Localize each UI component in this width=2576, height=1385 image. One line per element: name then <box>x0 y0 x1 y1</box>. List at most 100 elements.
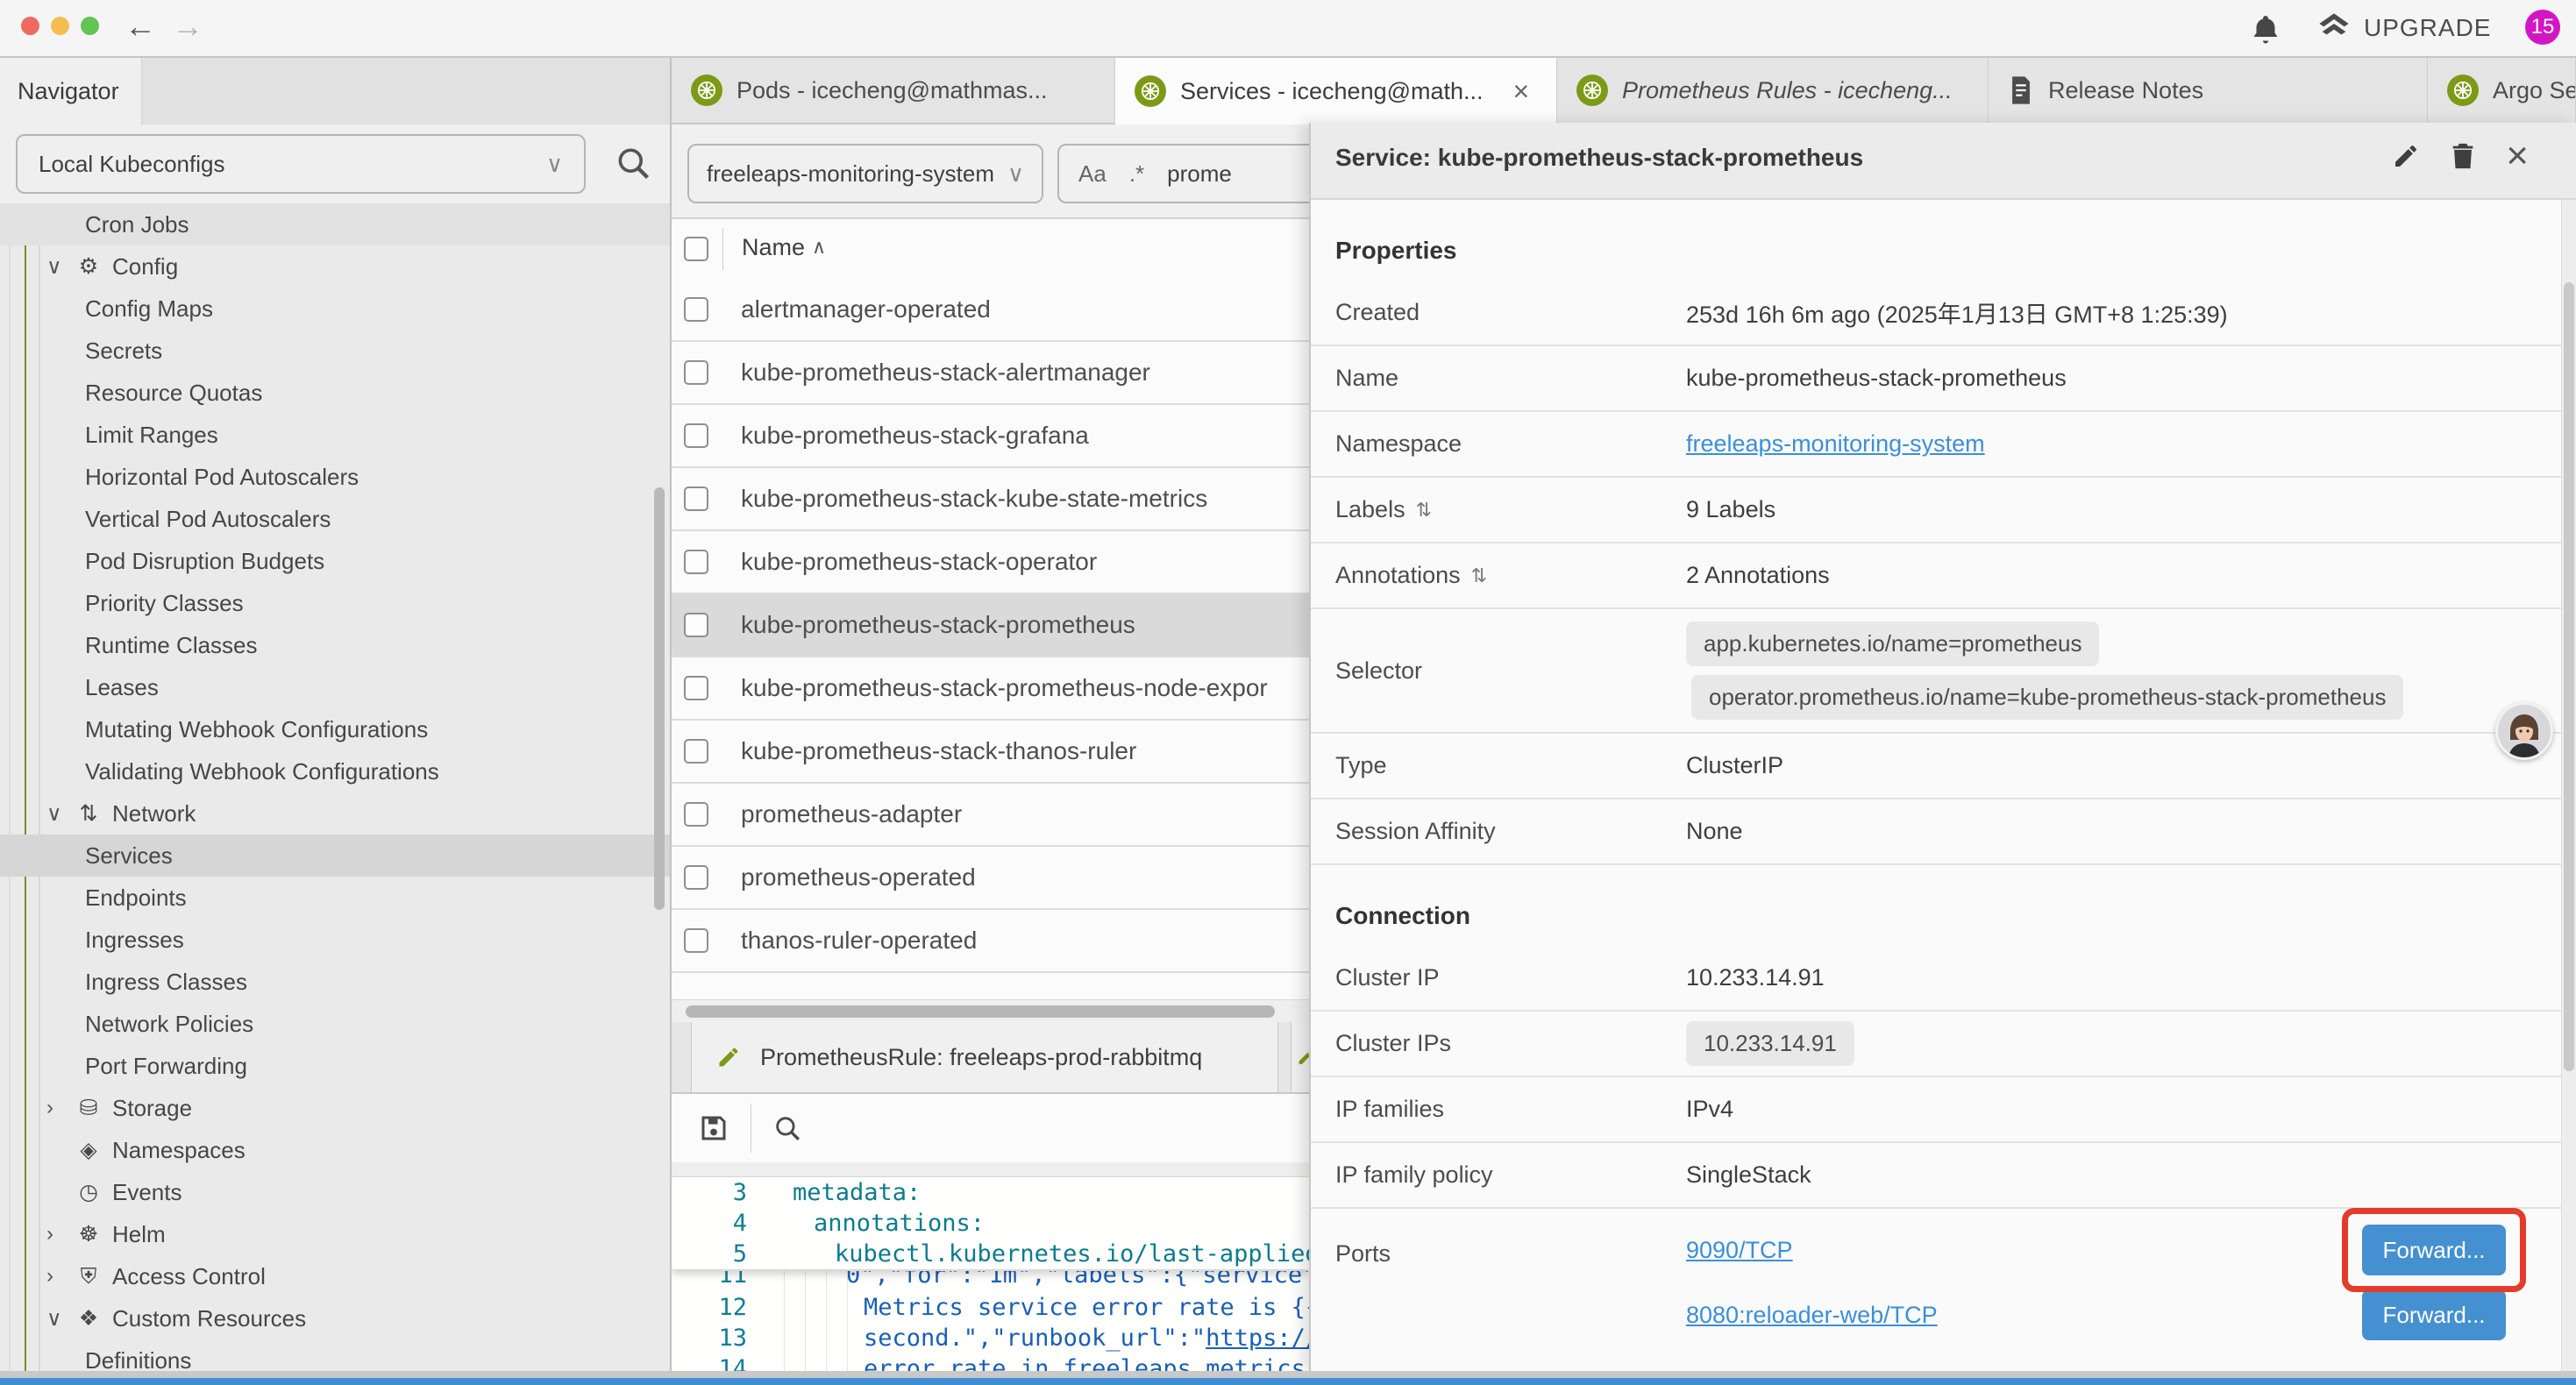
sidebar-search-icon[interactable] <box>614 144 652 182</box>
app-tab[interactable]: Pods - icecheng@mathmas... <box>672 58 1115 123</box>
detail-scrollbar-thumb[interactable] <box>2564 282 2574 1071</box>
namespace-select[interactable]: freeleaps-monitoring-system ∨ <box>687 144 1043 203</box>
table-horizontal-scrollbar[interactable] <box>672 999 1309 1023</box>
forward-button[interactable]: Forward... <box>2362 1289 2506 1340</box>
match-case-toggle[interactable]: Aa <box>1078 160 1107 188</box>
port-link[interactable]: 8080:reloader-web/TCP <box>1686 1302 1938 1329</box>
editor-search-icon[interactable] <box>772 1113 802 1143</box>
sidebar-item[interactable]: › ⛨ Access Control <box>0 1255 670 1297</box>
sidebar-item[interactable]: Pod Disruption Budgets <box>0 540 670 582</box>
sidebar-item[interactable]: Port Forwarding <box>0 1045 670 1087</box>
tree-chevron-icon[interactable]: › <box>46 1096 69 1120</box>
table-row[interactable]: prometheus-operated <box>672 847 1309 910</box>
tab-close-icon[interactable]: × <box>1513 75 1530 108</box>
app-tab[interactable]: Services - icecheng@math... × <box>1115 58 1557 124</box>
window-minimize-button[interactable] <box>51 17 69 35</box>
sidebar-item[interactable]: › ⛁ Storage <box>0 1087 670 1129</box>
sidebar-item[interactable]: Priority Classes <box>0 582 670 624</box>
editor-tab[interactable]: PrometheusRule: freeleaps-prod-rabbitmq <box>691 1022 1278 1092</box>
tree-chevron-icon[interactable]: › <box>46 1222 69 1246</box>
forward-button-nav[interactable]: → <box>172 7 203 46</box>
table-row[interactable]: prometheus-adapter <box>672 784 1309 847</box>
notification-count-badge[interactable]: 15 <box>2525 10 2560 45</box>
row-checkbox[interactable] <box>684 613 708 637</box>
user-avatar[interactable] <box>2495 702 2553 760</box>
save-icon[interactable] <box>698 1112 729 1144</box>
row-checkbox[interactable] <box>684 928 708 953</box>
table-row[interactable]: kube-prometheus-stack-thanos-ruler <box>672 721 1309 784</box>
sidebar-item[interactable]: Horizontal Pod Autoscalers <box>0 456 670 498</box>
sidebar-item[interactable]: ∨ ⚙ Config <box>0 245 670 288</box>
table-row[interactable]: kube-prometheus-stack-prometheus <box>672 594 1309 657</box>
select-all-checkbox[interactable] <box>684 237 708 261</box>
edit-pencil-icon[interactable] <box>2392 142 2420 170</box>
tab-navigator[interactable]: Navigator <box>0 58 142 124</box>
table-row[interactable]: thanos-ruler-operated <box>672 910 1309 973</box>
sidebar-item[interactable]: Endpoints <box>0 877 670 919</box>
code-link[interactable]: https://net <box>1206 1325 1309 1352</box>
sidebar-item[interactable]: Validating Webhook Configurations <box>0 750 670 792</box>
tree-chevron-icon[interactable]: ∨ <box>46 254 69 280</box>
notifications-bell-icon[interactable] <box>2250 12 2281 46</box>
tree-chevron-icon[interactable]: › <box>46 1264 69 1289</box>
sidebar-item[interactable]: Ingress Classes <box>0 961 670 1003</box>
row-checkbox[interactable] <box>684 360 708 385</box>
window-close-button[interactable] <box>21 17 39 35</box>
window-maximize-button[interactable] <box>81 17 99 35</box>
sort-toggle-icon[interactable]: ⇅ <box>1471 565 1487 587</box>
detail-scrollbar-track[interactable] <box>2561 200 2576 1371</box>
table-row[interactable]: kube-prometheus-stack-operator <box>672 531 1309 594</box>
sidebar-item[interactable]: Limit Ranges <box>0 414 670 456</box>
sidebar-item[interactable]: ◷ Events <box>0 1171 670 1213</box>
app-tab[interactable]: Prometheus Rules - icecheng... <box>1557 58 1989 123</box>
row-checkbox[interactable] <box>684 802 708 827</box>
sidebar-item[interactable]: ∨ ❖ Custom Resources <box>0 1297 670 1339</box>
yaml-editor[interactable]: 11 0","for":"1m","labels":{"service":" 1… <box>672 1177 1309 1385</box>
port-link[interactable]: 9090/TCP <box>1686 1237 1793 1264</box>
sidebar-item[interactable]: Network Policies <box>0 1003 670 1045</box>
table-row[interactable]: kube-prometheus-stack-prometheus-node-ex… <box>672 657 1309 721</box>
sidebar-item[interactable]: Leases <box>0 666 670 708</box>
sidebar-item[interactable]: Config Maps <box>0 288 670 330</box>
sidebar-scrollbar-thumb[interactable] <box>654 487 665 910</box>
table-row[interactable]: kube-prometheus-stack-grafana <box>672 405 1309 468</box>
sidebar-item[interactable]: › ☸ Helm <box>0 1213 670 1255</box>
sidebar-item[interactable]: Vertical Pod Autoscalers <box>0 498 670 540</box>
table-row[interactable]: alertmanager-operated <box>672 279 1309 342</box>
table-row[interactable]: kube-prometheus-stack-alertmanager <box>672 342 1309 405</box>
value-link[interactable]: freeleaps-monitoring-system <box>1686 430 1985 457</box>
upgrade-button[interactable]: UPGRADE <box>2316 11 2491 46</box>
sidebar-item[interactable]: ◈ Namespaces <box>0 1129 670 1171</box>
sidebar-item[interactable]: Secrets <box>0 330 670 372</box>
scrollbar-thumb[interactable] <box>686 1005 1275 1018</box>
row-checkbox[interactable] <box>684 739 708 764</box>
sidebar-item[interactable]: Resource Quotas <box>0 372 670 414</box>
delete-trash-icon[interactable] <box>2450 141 2476 171</box>
row-checkbox[interactable] <box>684 676 708 700</box>
row-checkbox[interactable] <box>684 550 708 574</box>
sidebar-item[interactable]: Runtime Classes <box>0 624 670 666</box>
row-checkbox[interactable] <box>684 487 708 511</box>
row-checkbox[interactable] <box>684 423 708 448</box>
close-icon[interactable]: × <box>2506 138 2529 174</box>
regex-toggle[interactable]: .* <box>1129 160 1144 188</box>
kubeconfig-select[interactable]: Local Kubeconfigs ∨ <box>16 134 586 194</box>
row-checkbox[interactable] <box>684 865 708 890</box>
tree-chevron-icon[interactable]: ∨ <box>46 1306 69 1332</box>
filter-input[interactable]: Aa .* prome <box>1057 144 1309 203</box>
back-button[interactable]: ← <box>125 7 156 46</box>
tree-chevron-icon[interactable]: ∨ <box>46 801 69 827</box>
editor-tab-partial[interactable] <box>1291 1022 1309 1092</box>
sidebar-item[interactable]: Cron Jobs <box>0 203 670 245</box>
sidebar-item[interactable]: Mutating Webhook Configurations <box>0 708 670 750</box>
sidebar-item[interactable]: Ingresses <box>0 919 670 961</box>
table-row[interactable]: kube-prometheus-stack-kube-state-metrics <box>672 468 1309 531</box>
sidebar-item[interactable]: ∨ ⇅ Network <box>0 792 670 835</box>
app-tab[interactable]: Argo Se <box>2428 58 2576 123</box>
row-checkbox[interactable] <box>684 297 708 322</box>
sort-ascending-icon[interactable]: ∧ <box>812 236 826 259</box>
sort-toggle-icon[interactable]: ⇅ <box>1416 499 1432 522</box>
sidebar-item[interactable]: Services <box>0 835 670 877</box>
column-header-name[interactable]: Name <box>742 234 805 261</box>
app-tab[interactable]: Release Notes <box>1989 58 2428 123</box>
